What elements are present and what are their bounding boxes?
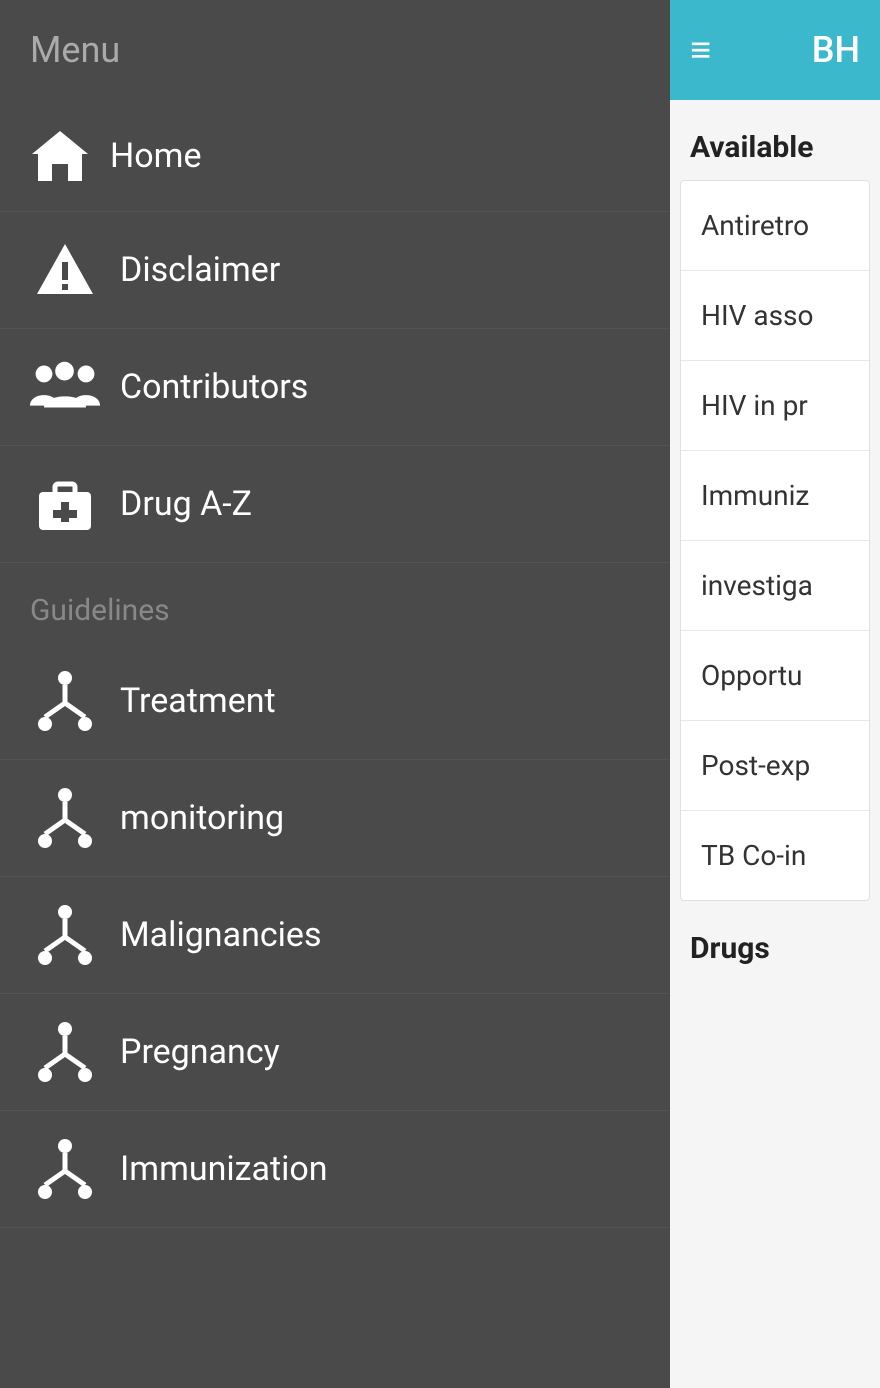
app-title: BH — [812, 29, 860, 71]
list-item[interactable]: Opportu — [681, 631, 869, 721]
sidebar-label-treatment: Treatment — [120, 681, 276, 721]
list-item[interactable]: HIV asso — [681, 271, 869, 361]
hamburger-icon[interactable]: ≡ — [690, 32, 711, 68]
header-left: Menu — [0, 0, 670, 100]
warning-icon — [30, 240, 100, 300]
list-item[interactable]: HIV in pr — [681, 361, 869, 451]
available-title: Available — [670, 120, 880, 180]
sidebar-label-monitoring: monitoring — [120, 798, 284, 838]
fork-icon-malignancies — [30, 905, 100, 965]
sidebar-label-immunization: Immunization — [120, 1149, 328, 1189]
sidebar-item-pregnancy[interactable]: Pregnancy — [0, 994, 670, 1111]
header-right: ≡ BH — [670, 0, 880, 100]
home-icon — [30, 128, 90, 183]
sidebar-item-contributors[interactable]: Contributors — [0, 329, 670, 446]
contributors-icon — [30, 357, 100, 417]
drug-icon — [30, 474, 100, 534]
list-item[interactable]: Immuniz — [681, 451, 869, 541]
sidebar-label-home: Home — [110, 136, 202, 176]
fork-icon-immunization — [30, 1139, 100, 1199]
sidebar-item-disclaimer[interactable]: Disclaimer — [0, 212, 670, 329]
list-item[interactable]: Antiretro — [681, 181, 869, 271]
sidebar-item-drug-az[interactable]: Drug A-Z — [0, 446, 670, 563]
list-item[interactable]: investiga — [681, 541, 869, 631]
fork-icon-treatment — [30, 671, 100, 731]
sidebar-item-monitoring[interactable]: monitoring — [0, 760, 670, 877]
drugs-title: Drugs — [670, 921, 880, 981]
sidebar-item-malignancies[interactable]: Malignancies — [0, 877, 670, 994]
sidebar-label-disclaimer: Disclaimer — [120, 250, 280, 290]
fork-icon-pregnancy — [30, 1022, 100, 1082]
sidebar-item-home[interactable]: Home — [0, 100, 670, 212]
sidebar-item-immunization[interactable]: Immunization — [0, 1111, 670, 1228]
sidebar-label-drug-az: Drug A-Z — [120, 484, 252, 524]
fork-icon-monitoring — [30, 788, 100, 848]
sidebar-label-contributors: Contributors — [120, 367, 308, 407]
sidebar-item-treatment[interactable]: Treatment — [0, 643, 670, 760]
available-list: Antiretro HIV asso HIV in pr Immuniz inv… — [680, 180, 870, 901]
guidelines-section-header: Guidelines — [0, 563, 670, 643]
sidebar-label-malignancies: Malignancies — [120, 915, 322, 955]
sidebar-label-pregnancy: Pregnancy — [120, 1032, 280, 1072]
list-item[interactable]: Post-exp — [681, 721, 869, 811]
menu-title: Menu — [30, 29, 120, 71]
list-item[interactable]: TB Co-in — [681, 811, 869, 900]
right-panel: Available Antiretro HIV asso HIV in pr I… — [670, 100, 880, 1388]
sidebar: Home Disclaimer — [0, 100, 670, 1388]
